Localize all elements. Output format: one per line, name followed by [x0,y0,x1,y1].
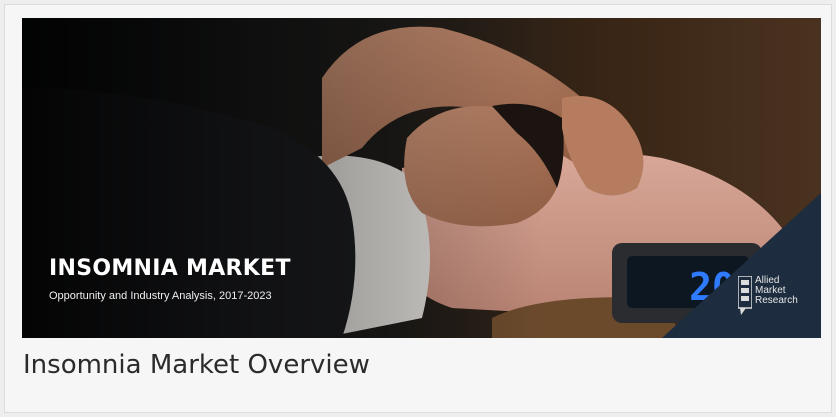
hero-banner: 20 INSOMNIA MARKET Opportunity and Indus… [22,18,821,338]
allied-market-research-logo: Allied Market Research [738,276,798,316]
banner-subtitle: Opportunity and Industry Analysis, 2017-… [49,290,272,302]
logo-mark-icon [738,276,752,315]
image-card: 20 INSOMNIA MARKET Opportunity and Indus… [4,4,832,413]
banner-text: INSOMNIA MARKET Opportunity and Industry… [49,256,291,304]
banner-title: INSOMNIA MARKET [49,256,291,281]
logo-line-research: Research [755,295,798,306]
image-caption: Insomnia Market Overview [23,350,370,380]
